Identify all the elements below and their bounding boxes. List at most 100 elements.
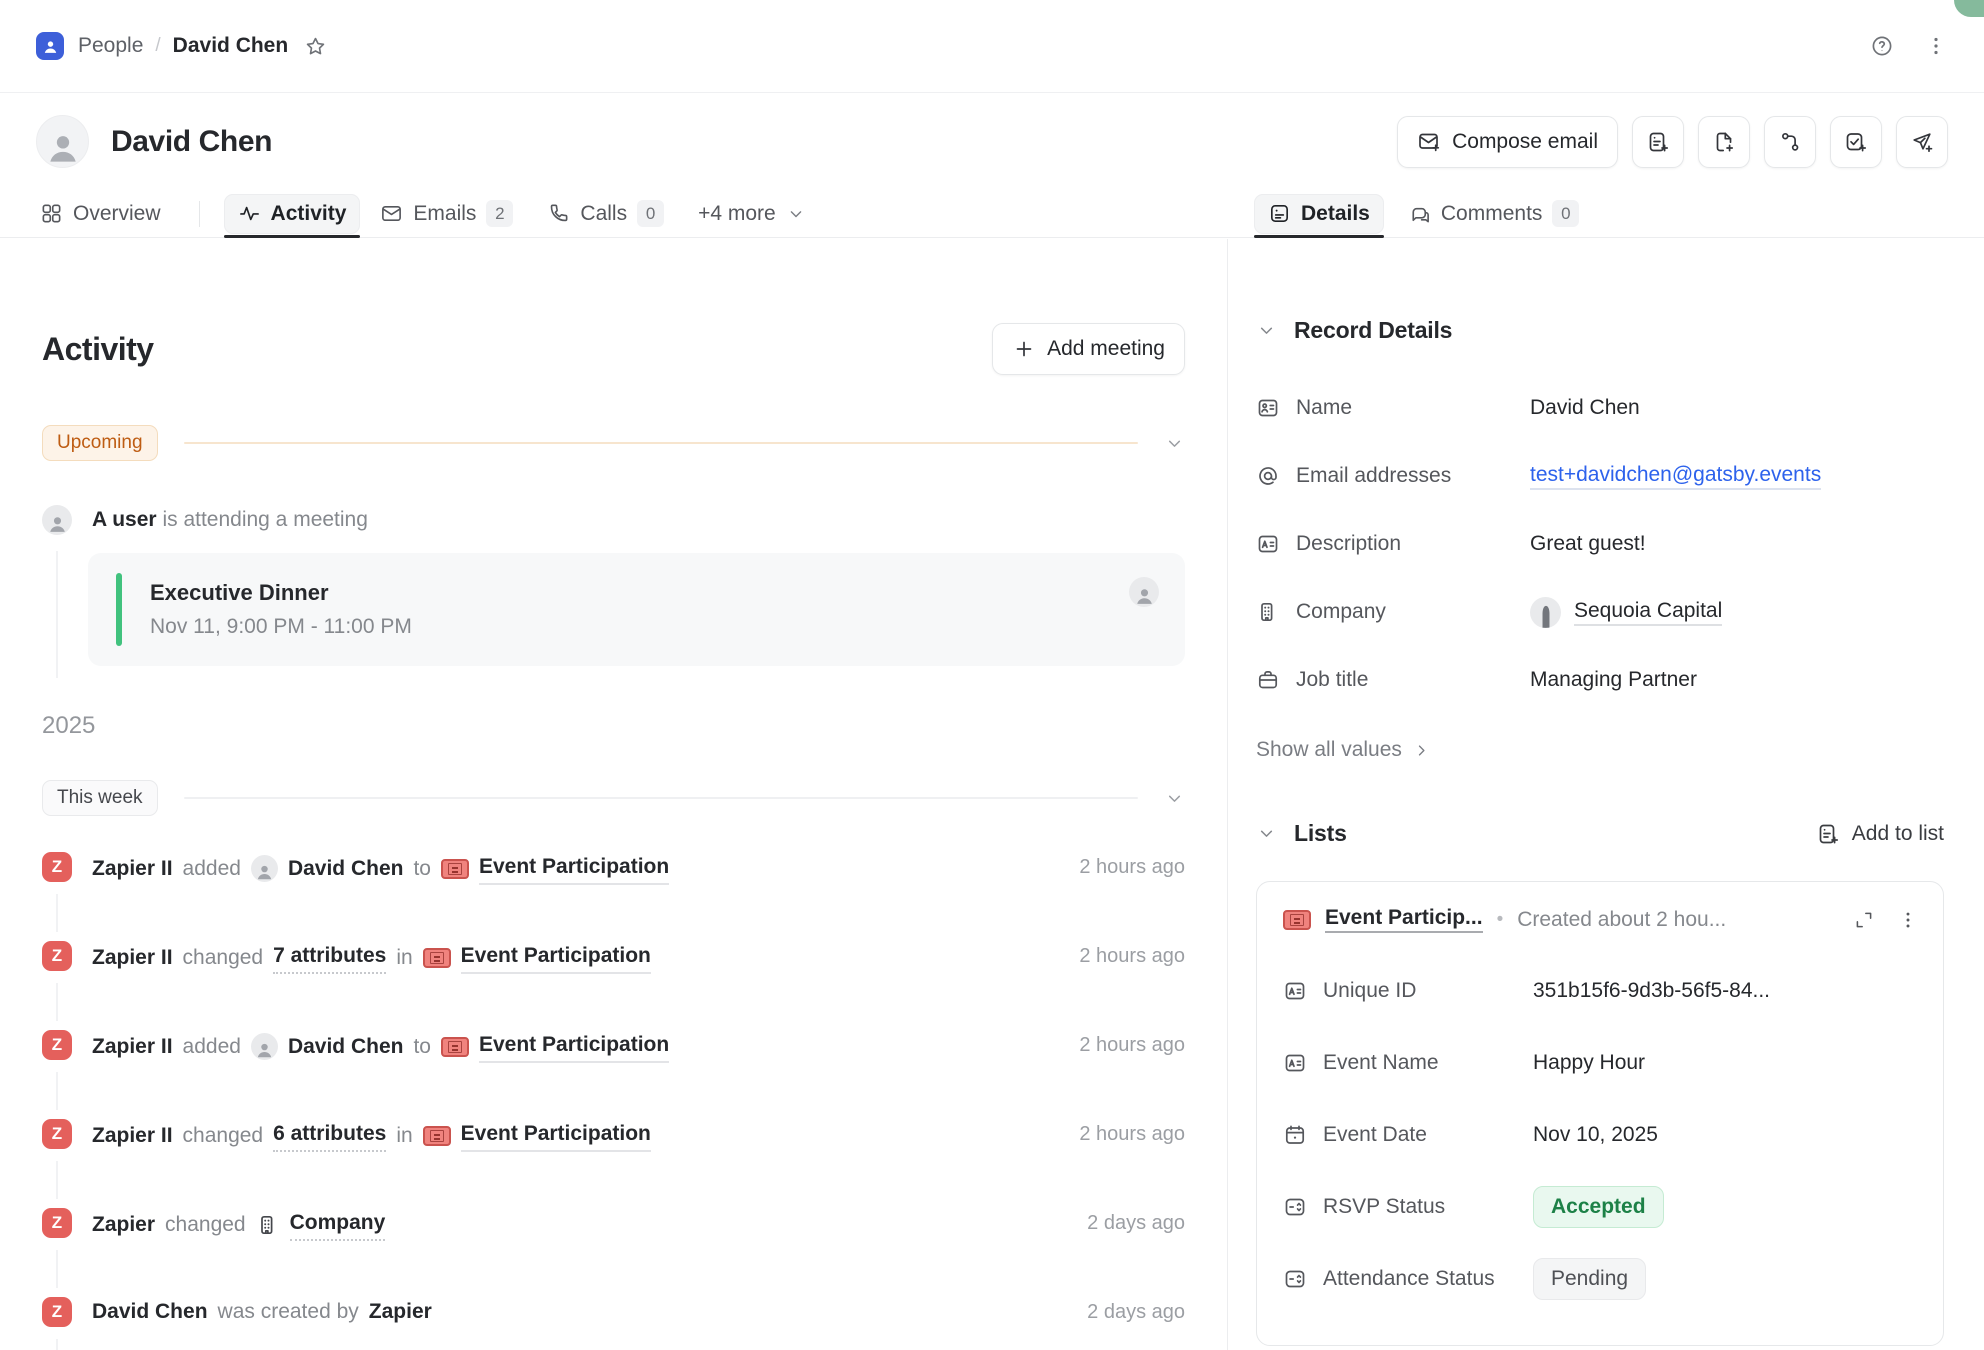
tab-overview[interactable]: Overview [26, 194, 175, 234]
help-icon[interactable] [1870, 34, 1894, 58]
field-row-email: Email addresses test+davidchen@gatsby.ev… [1256, 442, 1944, 510]
breadcrumb-record[interactable]: David Chen [173, 34, 289, 58]
tab-more[interactable]: +4 more [684, 194, 820, 234]
person-icon [251, 855, 278, 882]
feed-text: Zapier IIaddedDavid ChentoEvent Particip… [92, 852, 669, 885]
user-avatar [42, 505, 72, 535]
email-link[interactable]: test+davidchen@gatsby.events [1530, 463, 1821, 490]
timestamp: 2 days ago [1087, 1297, 1185, 1327]
feed-text-segment[interactable]: Company [290, 1208, 386, 1241]
feed-text-segment[interactable]: Event Participation [461, 1119, 651, 1152]
favorite-star-icon[interactable] [304, 35, 327, 58]
section-title: Record Details [1294, 317, 1452, 344]
chevron-down-icon [786, 204, 806, 224]
field-label: Company [1296, 600, 1386, 624]
field-value[interactable]: Happy Hour [1533, 1051, 1645, 1075]
activity-feed-item: ZZapierchangedCompany2 days ago [42, 1208, 1185, 1297]
calendar-icon [1283, 1123, 1307, 1147]
tab-label: Activity [271, 202, 347, 226]
tab-label: Emails [413, 202, 476, 226]
field-label: Event Date [1323, 1123, 1427, 1147]
field-row-unique-id: Unique ID 351b15f6-9d3b-56f5-84... [1283, 955, 1919, 1027]
add-note-button[interactable] [1632, 116, 1684, 168]
feed-text-segment[interactable]: Event Participation [461, 941, 651, 974]
sidebar-tabs: Details Comments 0 [1254, 194, 1593, 234]
field-row-attendance-status: Attendance Status Pending [1283, 1243, 1919, 1315]
kebab-menu-icon[interactable] [1897, 909, 1919, 931]
feed-text-segment: was created by [218, 1297, 359, 1327]
lists-header: Lists Add to list [1256, 820, 1944, 847]
details-pane: Record Details Name David Chen Email add… [1228, 239, 1984, 1350]
timestamp: 2 hours ago [1079, 852, 1185, 882]
chevron-down-icon[interactable] [1256, 823, 1277, 844]
feed-text-segment: Zapier II [92, 943, 173, 973]
kebab-menu-icon[interactable] [1924, 34, 1948, 58]
field-value[interactable]: Nov 10, 2025 [1533, 1123, 1658, 1147]
field-row-rsvp-status: RSVP Status Accepted [1283, 1171, 1919, 1243]
workflow-button[interactable] [1764, 116, 1816, 168]
field-label: Description [1296, 532, 1401, 556]
feed-text-segment: Zapier II [92, 1032, 173, 1062]
contact-card-icon [1256, 396, 1280, 420]
add-to-sequence-button[interactable] [1896, 116, 1948, 168]
activity-title: Activity [42, 331, 154, 368]
zapier-avatar: Z [42, 852, 72, 882]
breadcrumb-separator: / [155, 35, 160, 57]
grid-icon [40, 202, 63, 225]
tab-emails[interactable]: Emails 2 [366, 194, 527, 234]
add-meeting-button[interactable]: Add meeting [992, 323, 1185, 375]
tab-label: Overview [73, 202, 161, 226]
feed-text-segment[interactable]: Event Participation [479, 852, 669, 885]
feed-text-segment[interactable]: 6 attributes [273, 1119, 386, 1152]
field-value[interactable]: Managing Partner [1530, 668, 1697, 692]
chevron-right-icon [1412, 741, 1431, 760]
field-value[interactable]: Great guest! [1530, 532, 1646, 556]
zapier-avatar: Z [42, 1119, 72, 1149]
status-badge[interactable]: Accepted [1533, 1186, 1664, 1228]
feed-text-segment: Zapier II [92, 854, 173, 884]
expand-icon[interactable] [1853, 909, 1875, 931]
feed-text-segment: in [396, 943, 412, 973]
field-value[interactable]: 351b15f6-9d3b-56f5-84... [1533, 979, 1770, 1003]
chevron-down-icon[interactable] [1164, 433, 1185, 454]
tab-comments[interactable]: Comments 0 [1394, 194, 1594, 234]
list-link[interactable]: Event Particip... [1325, 906, 1483, 933]
tab-activity[interactable]: Activity [224, 194, 361, 234]
list-entry-meta: Created about 2 hou... [1517, 908, 1839, 932]
tab-details[interactable]: Details [1254, 194, 1384, 234]
tab-bar: Overview Activity Emails 2 Calls 0 +4 mo… [0, 190, 1984, 238]
meeting-time: Nov 11, 9:00 PM - 11:00 PM [150, 615, 1157, 639]
add-to-list-button[interactable]: Add to list [1816, 822, 1944, 846]
zapier-avatar: Z [42, 1030, 72, 1060]
feed-text-segment[interactable]: Event Participation [479, 1030, 669, 1063]
timestamp: 2 hours ago [1079, 1030, 1185, 1060]
feed-text-segment[interactable]: 7 attributes [273, 941, 386, 974]
chevron-down-icon[interactable] [1164, 788, 1185, 809]
person-icon [251, 1033, 278, 1060]
feed-text-segment: David Chen [288, 854, 404, 884]
meeting-card[interactable]: Executive Dinner Nov 11, 9:00 PM - 11:00… [88, 553, 1185, 666]
header-actions: Compose email [1397, 116, 1948, 168]
chevron-down-icon[interactable] [1256, 320, 1277, 341]
status-badge[interactable]: Pending [1533, 1258, 1646, 1300]
tab-calls[interactable]: Calls 0 [533, 194, 678, 234]
show-all-values-link[interactable]: Show all values [1256, 738, 1944, 762]
task-plus-icon [1844, 130, 1868, 154]
company-link[interactable]: Sequoia Capital [1574, 599, 1722, 626]
tab-separator [199, 201, 200, 227]
feed-text: David Chenwas created byZapier [92, 1297, 432, 1327]
record-details-header: Record Details [1256, 317, 1944, 344]
add-file-button[interactable] [1698, 116, 1750, 168]
feed-text-segment: Zapier II [92, 1121, 173, 1151]
field-value[interactable]: David Chen [1530, 396, 1640, 420]
activity-feed-item: Z Zapier IIaddedDavid ChentoEvent Partici… [42, 852, 1185, 941]
text-field-icon [1283, 1051, 1307, 1075]
attending-text: A user is attending a meeting [92, 508, 368, 532]
compose-email-label: Compose email [1452, 130, 1598, 154]
feed-text: ZapierchangedCompany [92, 1208, 385, 1241]
add-task-button[interactable] [1830, 116, 1882, 168]
feed-text-segment: David Chen [92, 1297, 208, 1327]
breadcrumb-section[interactable]: People [78, 34, 143, 58]
activity-feed-item: ZDavid Chenwas created byZapier2 days ag… [42, 1297, 1185, 1350]
compose-email-button[interactable]: Compose email [1397, 116, 1618, 168]
